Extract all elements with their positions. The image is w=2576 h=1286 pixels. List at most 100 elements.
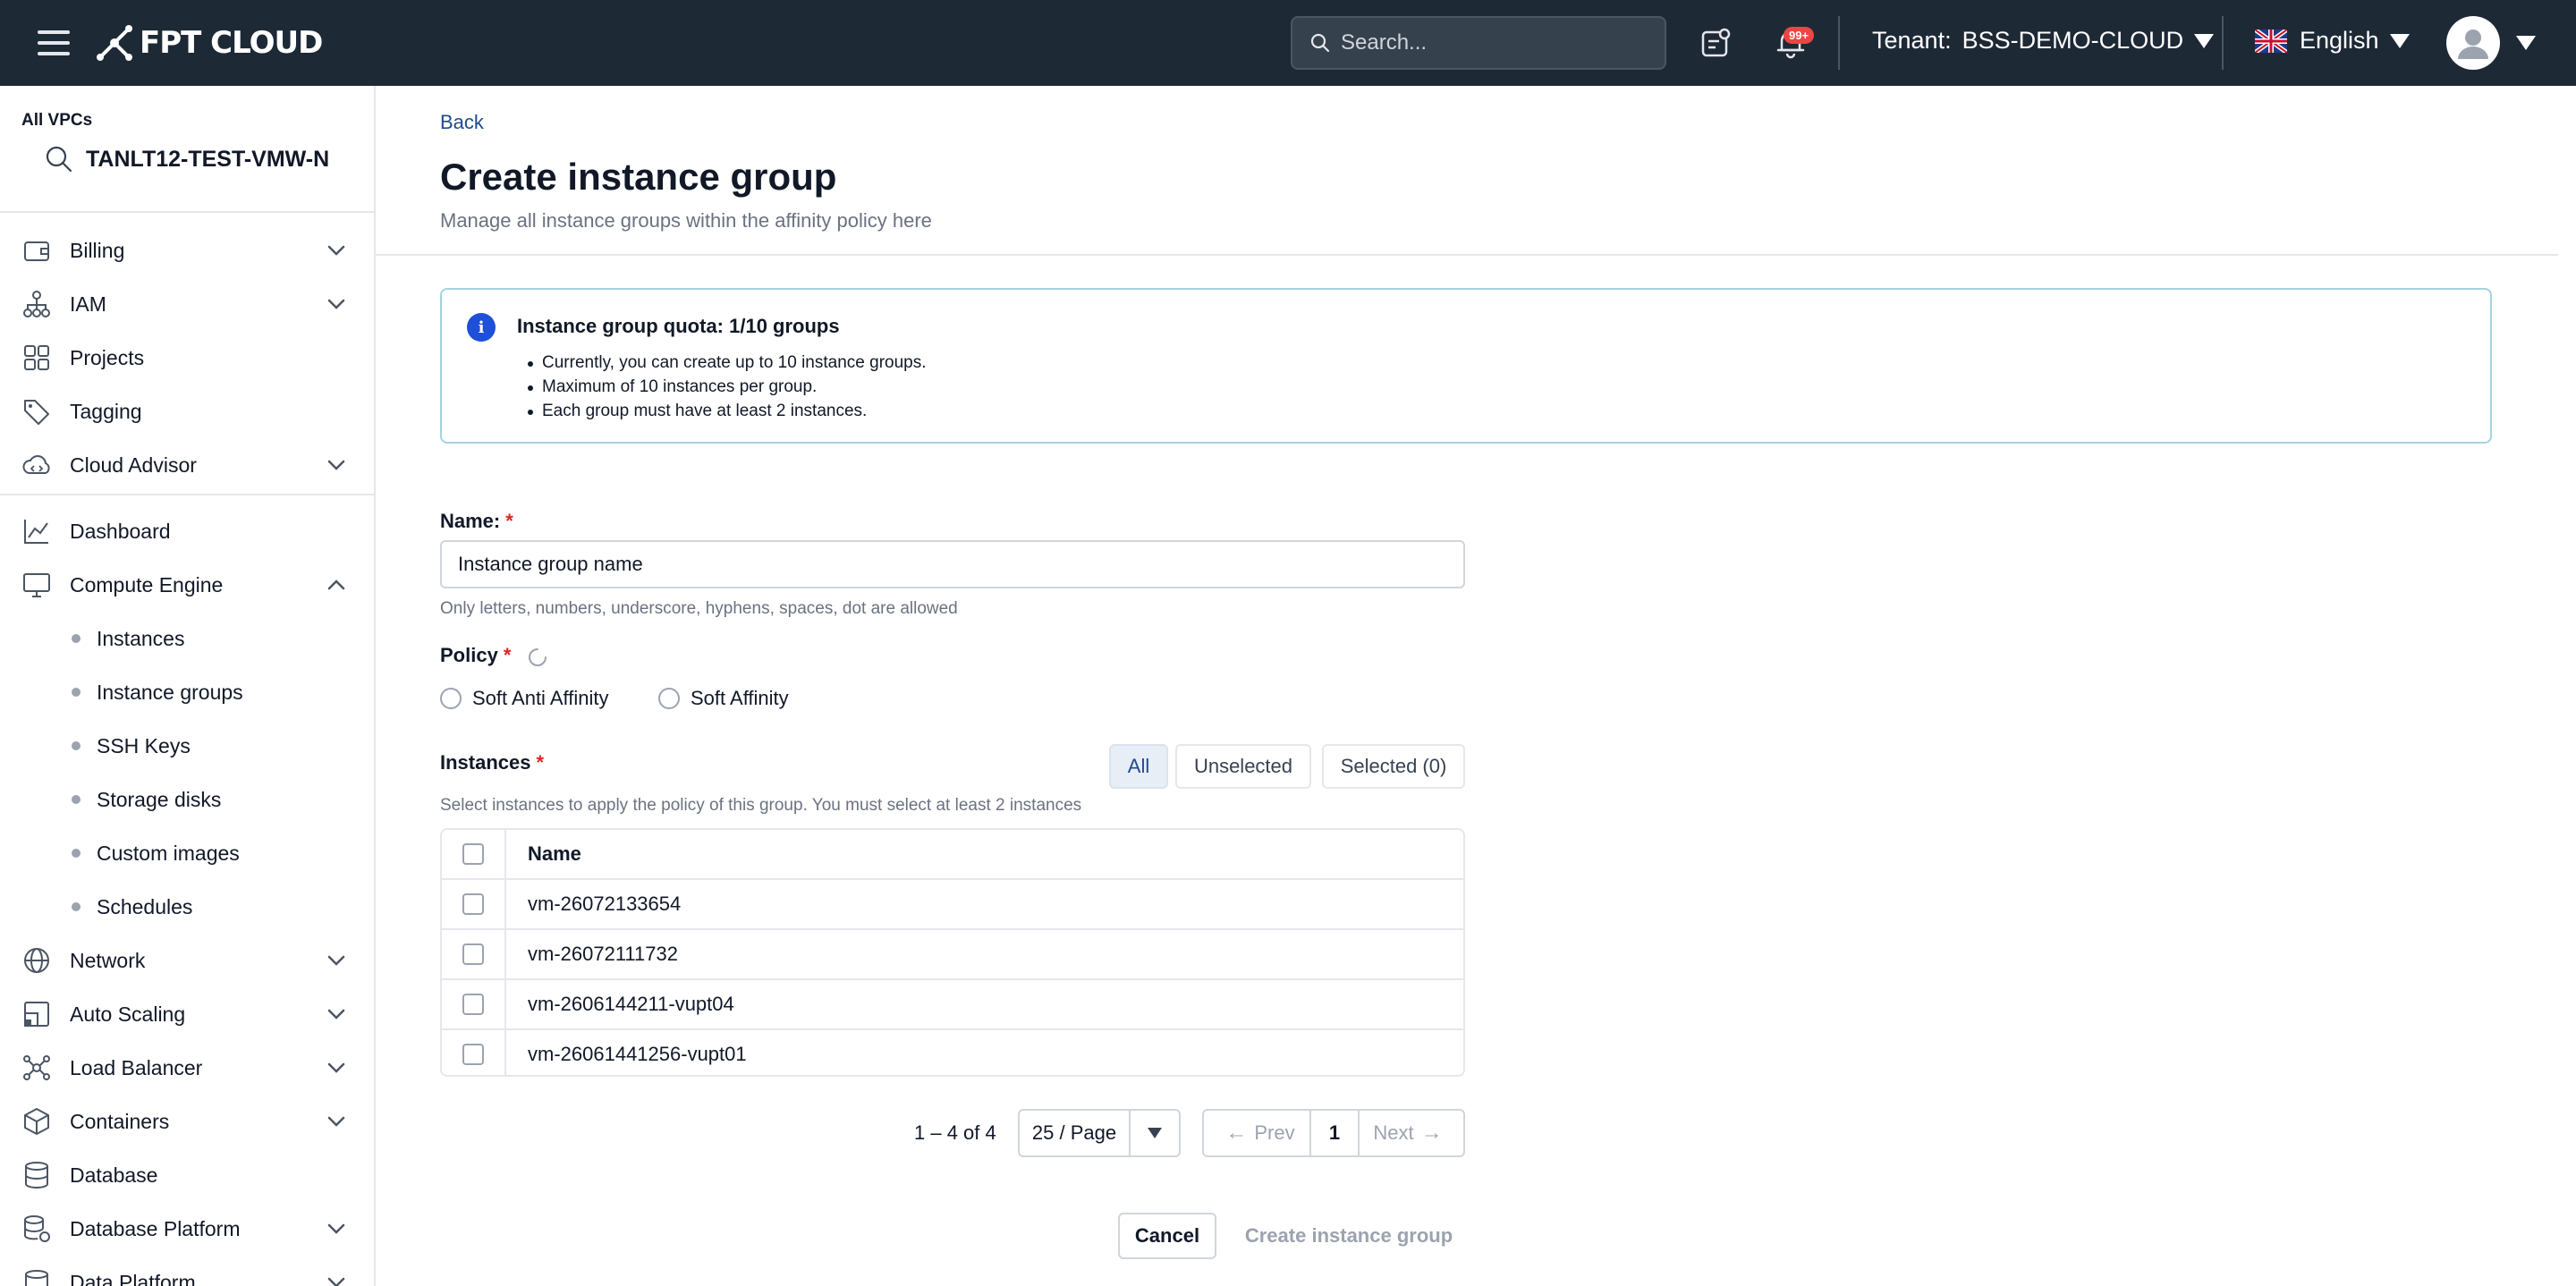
- filter-selected-button[interactable]: Selected (0): [1322, 744, 1465, 789]
- sidebar-item-label: Network: [70, 948, 146, 972]
- table-header-row: Name: [442, 830, 1463, 880]
- policy-soft-affinity-radio[interactable]: Soft Affinity: [658, 687, 789, 710]
- brand-name: FPT CLOUD: [140, 25, 323, 61]
- sidebar-item-tagging[interactable]: Tagging: [0, 386, 374, 436]
- sidebar-subitem-ssh-keys[interactable]: SSH Keys: [0, 721, 374, 771]
- prev-page-button[interactable]: ← Prev: [1204, 1111, 1311, 1155]
- back-link[interactable]: Back: [440, 111, 484, 134]
- filter-unselected-button[interactable]: Unselected: [1175, 744, 1311, 789]
- row-checkbox-cell: [442, 930, 506, 978]
- page-size-value: 25 / Page: [1020, 1111, 1131, 1155]
- select-all-checkbox[interactable]: [462, 843, 484, 865]
- row-checkbox[interactable]: [462, 943, 484, 965]
- table-row[interactable]: vm-26072133654: [442, 880, 1463, 930]
- sidebar-subitem-label: Instance groups: [97, 680, 243, 704]
- tasks-icon[interactable]: [1698, 25, 1733, 61]
- page-size-select[interactable]: 25 / Page: [1018, 1109, 1181, 1157]
- instance-name: vm-26061441256-vupt01: [528, 1043, 747, 1065]
- sidebar-item-iam[interactable]: IAM: [0, 279, 374, 329]
- loading-spinner-icon: [529, 648, 547, 666]
- sidebar-subitem-instance-groups[interactable]: Instance groups: [0, 667, 374, 717]
- sidebar-subitem-label: Storage disks: [97, 787, 222, 811]
- sidebar-subitem-instances[interactable]: Instances: [0, 613, 374, 664]
- sidebar-item-network[interactable]: Network: [0, 935, 374, 986]
- search-placeholder: Search...: [1341, 30, 1428, 55]
- sidebar-item-containers[interactable]: Containers: [0, 1096, 374, 1146]
- database-icon: [25, 1162, 48, 1189]
- language-selector[interactable]: English: [2255, 27, 2410, 55]
- chevron-down-icon: [327, 955, 345, 966]
- bullet-dot: [72, 902, 80, 911]
- current-page-button[interactable]: 1: [1311, 1111, 1360, 1155]
- sidebar-item-load-balancer[interactable]: Load Balancer: [0, 1043, 374, 1093]
- vpc-name: TANLT12-TEST-VMW-N: [86, 146, 330, 172]
- chevron-up-icon: [327, 580, 345, 590]
- sidebar-item-compute-engine[interactable]: Compute Engine: [0, 560, 374, 610]
- wallet-icon: [24, 241, 49, 261]
- sidebar-subitem-custom-images[interactable]: Custom images: [0, 828, 374, 878]
- sidebar-item-data-platform[interactable]: Data Platform: [0, 1257, 374, 1286]
- next-page-button[interactable]: Next →: [1360, 1111, 1463, 1155]
- sidebar-item-dashboard[interactable]: Dashboard: [0, 506, 374, 556]
- hamburger-line: [38, 41, 70, 45]
- name-label-text: Name:: [440, 510, 501, 532]
- row-checkbox[interactable]: [462, 1044, 484, 1065]
- avatar: [2446, 16, 2500, 70]
- main-content: Back Create instance group Manage all in…: [376, 86, 2576, 1286]
- topbar-divider: [2222, 16, 2224, 70]
- sidebar-subitem-label: Instances: [97, 626, 185, 650]
- page-subtitle: Manage all instance groups within the af…: [440, 209, 932, 232]
- name-hint: Only letters, numbers, underscore, hyphe…: [440, 599, 958, 618]
- user-menu[interactable]: [2446, 16, 2536, 70]
- vpc-selector[interactable]: TANLT12-TEST-VMW-N: [45, 145, 329, 173]
- sidebar-divider: [0, 494, 374, 495]
- name-input[interactable]: Instance group name: [440, 540, 1465, 588]
- chevron-down-icon: [327, 1277, 345, 1286]
- policy-soft-anti-affinity-radio[interactable]: Soft Anti Affinity: [440, 687, 608, 710]
- table-row[interactable]: vm-26072111732: [442, 930, 1463, 980]
- quota-bullet: Each group must have at least 2 instance…: [528, 399, 927, 423]
- sidebar-item-auto-scaling[interactable]: Auto Scaling: [0, 989, 374, 1039]
- brand-logo[interactable]: FPT CLOUD: [95, 23, 323, 63]
- caret-down-icon: [2389, 33, 2410, 48]
- table-row[interactable]: vm-26061441256-vupt01: [442, 1030, 1463, 1075]
- filter-all-button[interactable]: All: [1109, 744, 1168, 789]
- chevron-down-icon: [327, 460, 345, 470]
- select-all-cell: [442, 830, 506, 878]
- sidebar-item-database[interactable]: Database: [0, 1150, 374, 1200]
- data-platform-icon: [25, 1270, 48, 1286]
- table-row[interactable]: vm-2606144211-vupt04: [442, 980, 1463, 1030]
- sidebar-item-billing[interactable]: Billing: [0, 225, 374, 275]
- header-divider: [376, 254, 2558, 256]
- column-header-name[interactable]: Name: [528, 830, 581, 878]
- bullet-dot: [72, 688, 80, 697]
- instances-label: Instances *: [440, 751, 544, 774]
- row-checkbox[interactable]: [462, 893, 484, 915]
- dropdown-caret-icon: [1131, 1128, 1179, 1138]
- row-checkbox-cell: [442, 880, 506, 928]
- tenant-selector[interactable]: Tenant: BSS-DEMO-CLOUD: [1872, 27, 2215, 55]
- tag-icon: [24, 400, 49, 425]
- sidebar-subitem-schedules[interactable]: Schedules: [0, 882, 374, 932]
- radio-circle: [440, 688, 462, 709]
- sidebar-item-database-platform[interactable]: Database Platform: [0, 1204, 374, 1254]
- notification-badge: 99+: [1784, 27, 1815, 44]
- global-search[interactable]: Search...: [1291, 16, 1666, 70]
- name-label: Name: *: [440, 510, 513, 533]
- bullet-dot: [72, 849, 80, 858]
- chart-icon: [24, 520, 48, 544]
- page-title: Create instance group: [440, 156, 837, 198]
- instance-name: vm-2606144211-vupt04: [528, 993, 734, 1015]
- create-instance-group-button[interactable]: Create instance group: [1233, 1213, 1465, 1259]
- cancel-button[interactable]: Cancel: [1118, 1213, 1216, 1259]
- sidebar-item-cloud-advisor[interactable]: Cloud Advisor: [0, 440, 374, 490]
- sidebar-divider: [0, 211, 374, 213]
- menu-toggle-button[interactable]: [38, 27, 70, 59]
- row-checkbox[interactable]: [462, 994, 484, 1015]
- sidebar-subitem-storage-disks[interactable]: Storage disks: [0, 774, 374, 825]
- caret-down-icon: [2194, 33, 2215, 48]
- sidebar-subitem-label: SSH Keys: [97, 733, 191, 757]
- radio-label: Soft Anti Affinity: [472, 687, 609, 709]
- sidebar-item-projects[interactable]: Projects: [0, 333, 374, 383]
- sidebar-item-label: IAM: [70, 292, 106, 316]
